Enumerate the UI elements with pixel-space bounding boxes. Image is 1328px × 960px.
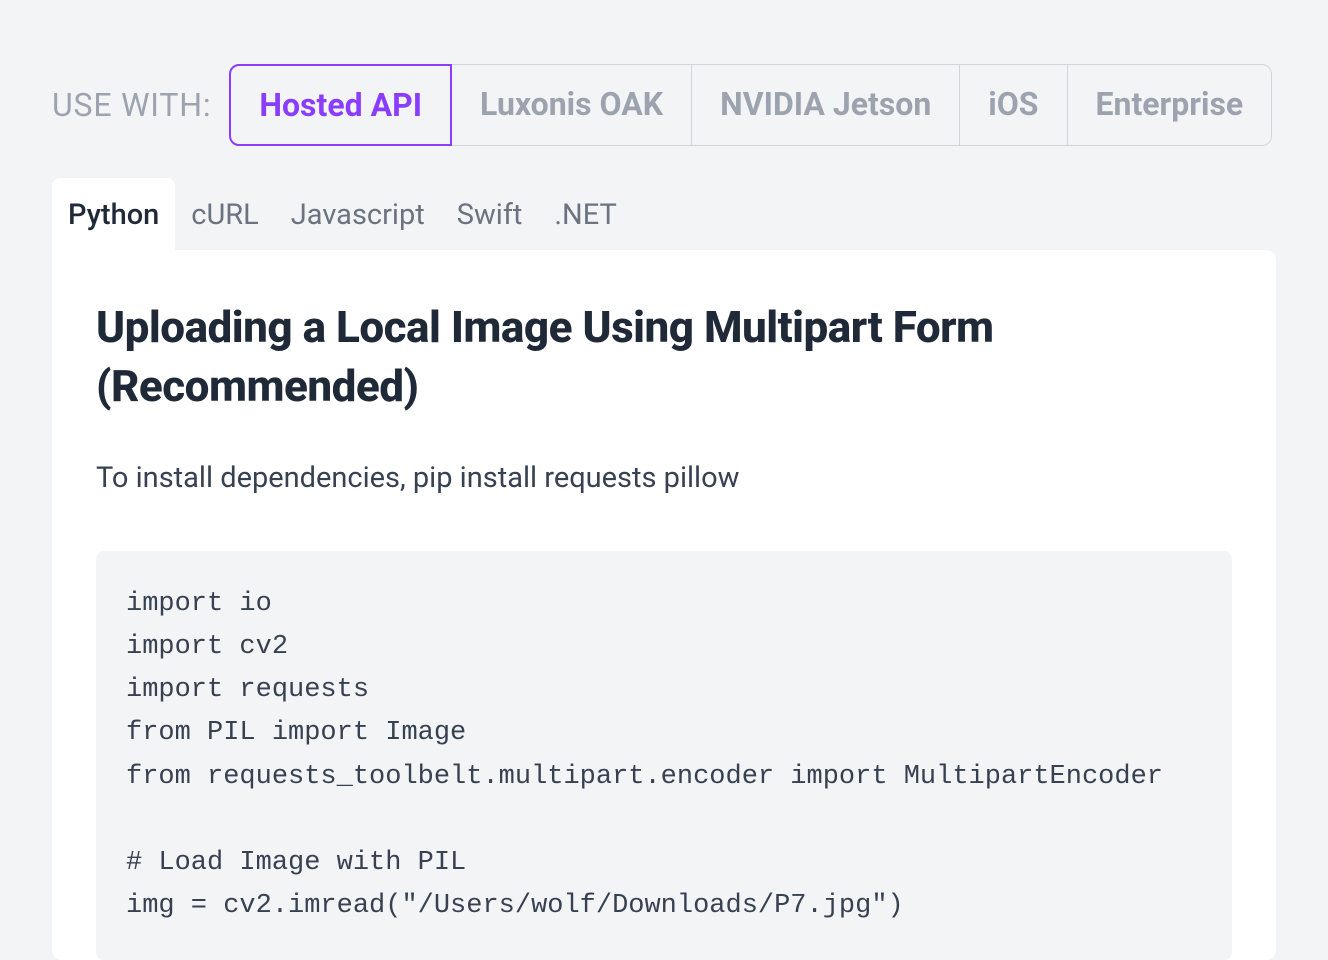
lang-tab-dotnet[interactable]: .NET	[538, 178, 632, 250]
use-with-label: USE WITH:	[52, 86, 211, 124]
platform-tab-ios[interactable]: iOS	[959, 64, 1067, 146]
platform-tab-luxonis-oak[interactable]: Luxonis OAK	[451, 64, 692, 146]
lang-tab-javascript[interactable]: Javascript	[275, 178, 441, 250]
section-title: Uploading a Local Image Using Multipart …	[96, 298, 1232, 417]
section-description: To install dependencies, pip install req…	[96, 461, 1232, 495]
platform-tab-enterprise[interactable]: Enterprise	[1067, 64, 1273, 146]
lang-tab-swift[interactable]: Swift	[441, 178, 539, 250]
code-block: import io import cv2 import requests fro…	[96, 551, 1232, 960]
lang-tab-curl[interactable]: cURL	[175, 178, 274, 250]
platform-tab-nvidia-jetson[interactable]: NVIDIA Jetson	[691, 64, 960, 146]
lang-tab-python[interactable]: Python	[52, 178, 175, 250]
platform-tab-hosted-api[interactable]: Hosted API	[229, 64, 452, 146]
platform-tabs: Hosted API Luxonis OAK NVIDIA Jetson iOS…	[229, 64, 1272, 146]
use-with-row: USE WITH: Hosted API Luxonis OAK NVIDIA …	[52, 64, 1276, 146]
content-panel: Uploading a Local Image Using Multipart …	[52, 250, 1276, 960]
language-tabs: Python cURL Javascript Swift .NET	[52, 178, 1276, 250]
